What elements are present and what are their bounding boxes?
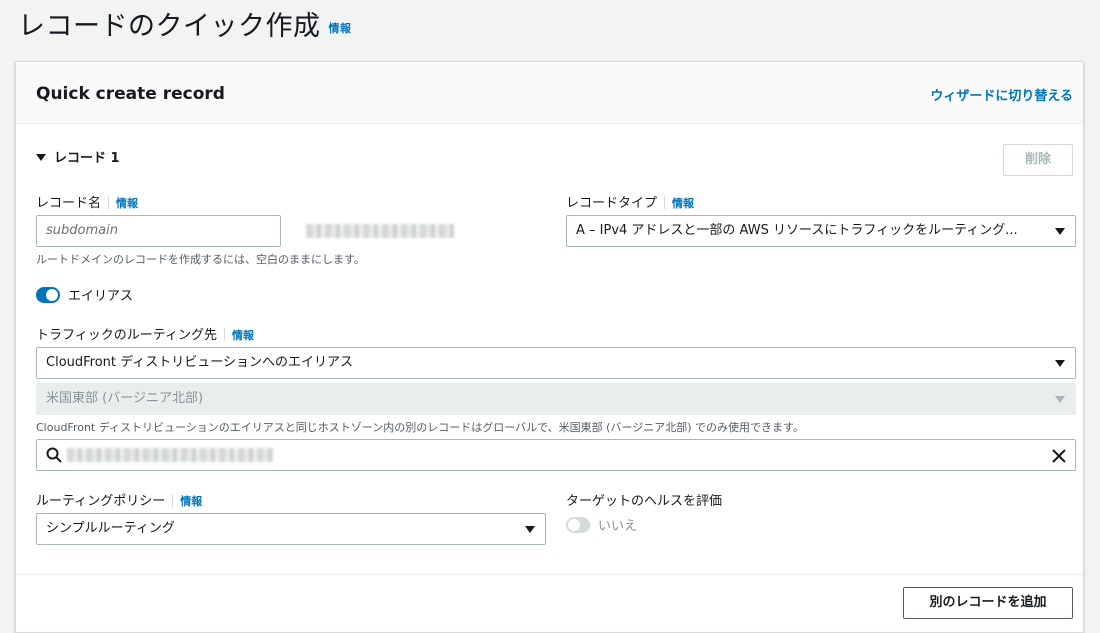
endpoint-type-value: CloudFront ディストリビューションへのエイリアス <box>46 355 353 370</box>
panel-title: Quick create record <box>36 84 225 104</box>
routing-policy-label: ルーティングポリシー <box>36 494 166 509</box>
toggle-knob <box>46 289 58 301</box>
switch-to-wizard-link[interactable]: ウィザードに切り替える <box>930 85 1073 104</box>
alias-label: エイリアス <box>68 289 134 304</box>
region-value: 米国東部 (バージニア北部) <box>46 391 204 406</box>
caret-down-icon <box>36 154 46 161</box>
routing-policy-select[interactable]: シンプルルーティング <box>36 513 546 545</box>
add-another-record-button[interactable]: 別のレコードを追加 <box>903 587 1073 619</box>
route-traffic-label-row: トラフィックのルーティング先 情報 <box>36 324 254 343</box>
health-label: ターゲットのヘルスを評価 <box>566 494 723 509</box>
quick-create-panel: Quick create record ウィザードに切り替える レコード 1 削… <box>15 61 1084 633</box>
page-title: レコードのクイック作成 情報 <box>18 4 352 43</box>
record-1-title: レコード 1 <box>54 151 120 166</box>
distribution-value-redacted <box>67 448 274 462</box>
route-traffic-label: トラフィックのルーティング先 <box>36 328 217 343</box>
page-info-link[interactable]: 情報 <box>329 22 352 35</box>
dropdown-arrow-icon <box>525 526 535 533</box>
page-title-text: レコードのクイック作成 <box>18 11 321 42</box>
region-hint: CloudFront ディストリビューションのエイリアスと同じホストゾーン内の別… <box>36 421 804 434</box>
domain-suffix-redacted <box>306 224 454 238</box>
record-1-expander[interactable]: レコード 1 <box>36 147 120 166</box>
route-traffic-info-link[interactable]: 情報 <box>232 329 254 342</box>
separator <box>172 494 174 507</box>
record-type-select[interactable]: A – IPv4 アドレスと一部の AWS リソースにトラフィックをルーティング… <box>566 215 1076 247</box>
toggle-knob <box>568 519 580 531</box>
region-select: 米国東部 (バージニア北部) <box>36 383 1076 415</box>
record-name-label: レコード名 <box>36 196 102 211</box>
routing-policy-info-link[interactable]: 情報 <box>180 495 202 508</box>
record-name-info-link[interactable]: 情報 <box>116 197 138 210</box>
record-type-label-row: レコードタイプ 情報 <box>566 192 694 211</box>
delete-button[interactable]: 削除 <box>1003 144 1073 176</box>
record-name-hint: ルートドメインのレコードを作成するには、空白のままにします。 <box>36 253 365 266</box>
panel-header: Quick create record ウィザードに切り替える <box>16 62 1083 124</box>
separator <box>223 328 225 341</box>
endpoint-type-select[interactable]: CloudFront ディストリビューションへのエイリアス <box>36 347 1076 379</box>
health-toggle[interactable] <box>566 517 590 533</box>
dropdown-arrow-icon <box>1055 360 1065 367</box>
search-icon <box>46 447 62 463</box>
dropdown-arrow-icon <box>1055 228 1065 235</box>
alias-toggle[interactable] <box>36 287 60 303</box>
health-toggle-label: いいえ <box>598 519 638 534</box>
dropdown-arrow-icon <box>1055 396 1065 403</box>
divider <box>16 574 1083 575</box>
distribution-search-input[interactable] <box>36 439 1076 471</box>
record-type-value: A – IPv4 アドレスと一部の AWS リソースにトラフィックをルーティング… <box>576 223 1018 238</box>
record-name-label-row: レコード名 情報 <box>36 192 138 211</box>
close-icon[interactable] <box>1051 448 1067 464</box>
record-name-input[interactable]: subdomain <box>36 215 281 247</box>
routing-policy-label-row: ルーティングポリシー 情報 <box>36 490 202 509</box>
separator <box>108 196 110 209</box>
separator <box>664 196 666 209</box>
routing-policy-value: シンプルルーティング <box>46 521 175 536</box>
record-type-info-link[interactable]: 情報 <box>672 197 694 210</box>
record-type-label: レコードタイプ <box>566 196 658 211</box>
